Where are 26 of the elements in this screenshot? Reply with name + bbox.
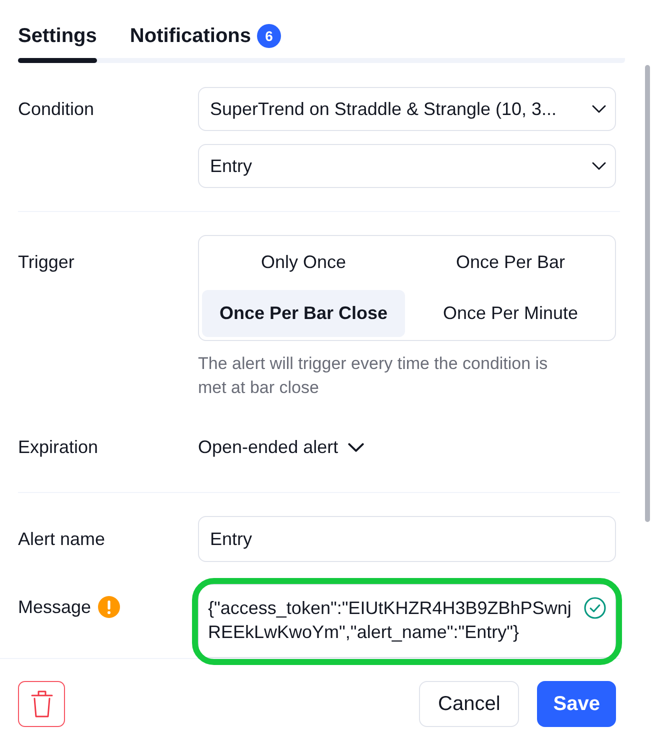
message-label: Message: [18, 596, 92, 619]
delete-button[interactable]: [18, 681, 65, 727]
dropdown[interactable]: SuperTrend on Straddle & Strangle (10, 3...: [198, 87, 616, 131]
hint-text: The alert will trigger every time the condition is met at bar close: [198, 353, 549, 399]
scrollbar-thumb[interactable]: [645, 65, 650, 522]
trigger-label: Trigger: [18, 251, 74, 274]
trigger-option[interactable]: Once Per Bar Close: [202, 290, 405, 337]
trigger-option[interactable]: Only Once: [202, 239, 405, 286]
alert-name-field[interactable]: Entry: [198, 516, 616, 562]
tab[interactable]: Notifications 6: [130, 22, 282, 63]
condition-label: Condition: [18, 98, 94, 121]
chevron-down-icon: [592, 105, 606, 113]
dropdown[interactable]: Entry: [198, 144, 616, 188]
save-button[interactable]: Save: [537, 681, 616, 727]
expiration-label: Expiration: [18, 436, 98, 459]
trigger-option[interactable]: Once Per Bar: [409, 239, 612, 286]
trigger-option[interactable]: Once Per Minute: [409, 290, 612, 337]
alert-name-label: Alert name: [18, 528, 106, 551]
tab[interactable]: Settings: [18, 22, 97, 63]
trash-icon: [30, 690, 52, 718]
count-badge: 6: [257, 24, 282, 48]
message-field[interactable]: {"access_token":"EIUtKHZR4H3B9ZBhPSwnjREEkLwKwoYm","alert_name":"Entry"}: [198, 584, 616, 658]
cancel-button[interactable]: Cancel: [419, 681, 520, 727]
chevron-down-icon: [592, 162, 606, 170]
expiration-dropdown[interactable]: Open-ended alert: [198, 435, 364, 459]
chevron-down-icon: [348, 442, 364, 452]
